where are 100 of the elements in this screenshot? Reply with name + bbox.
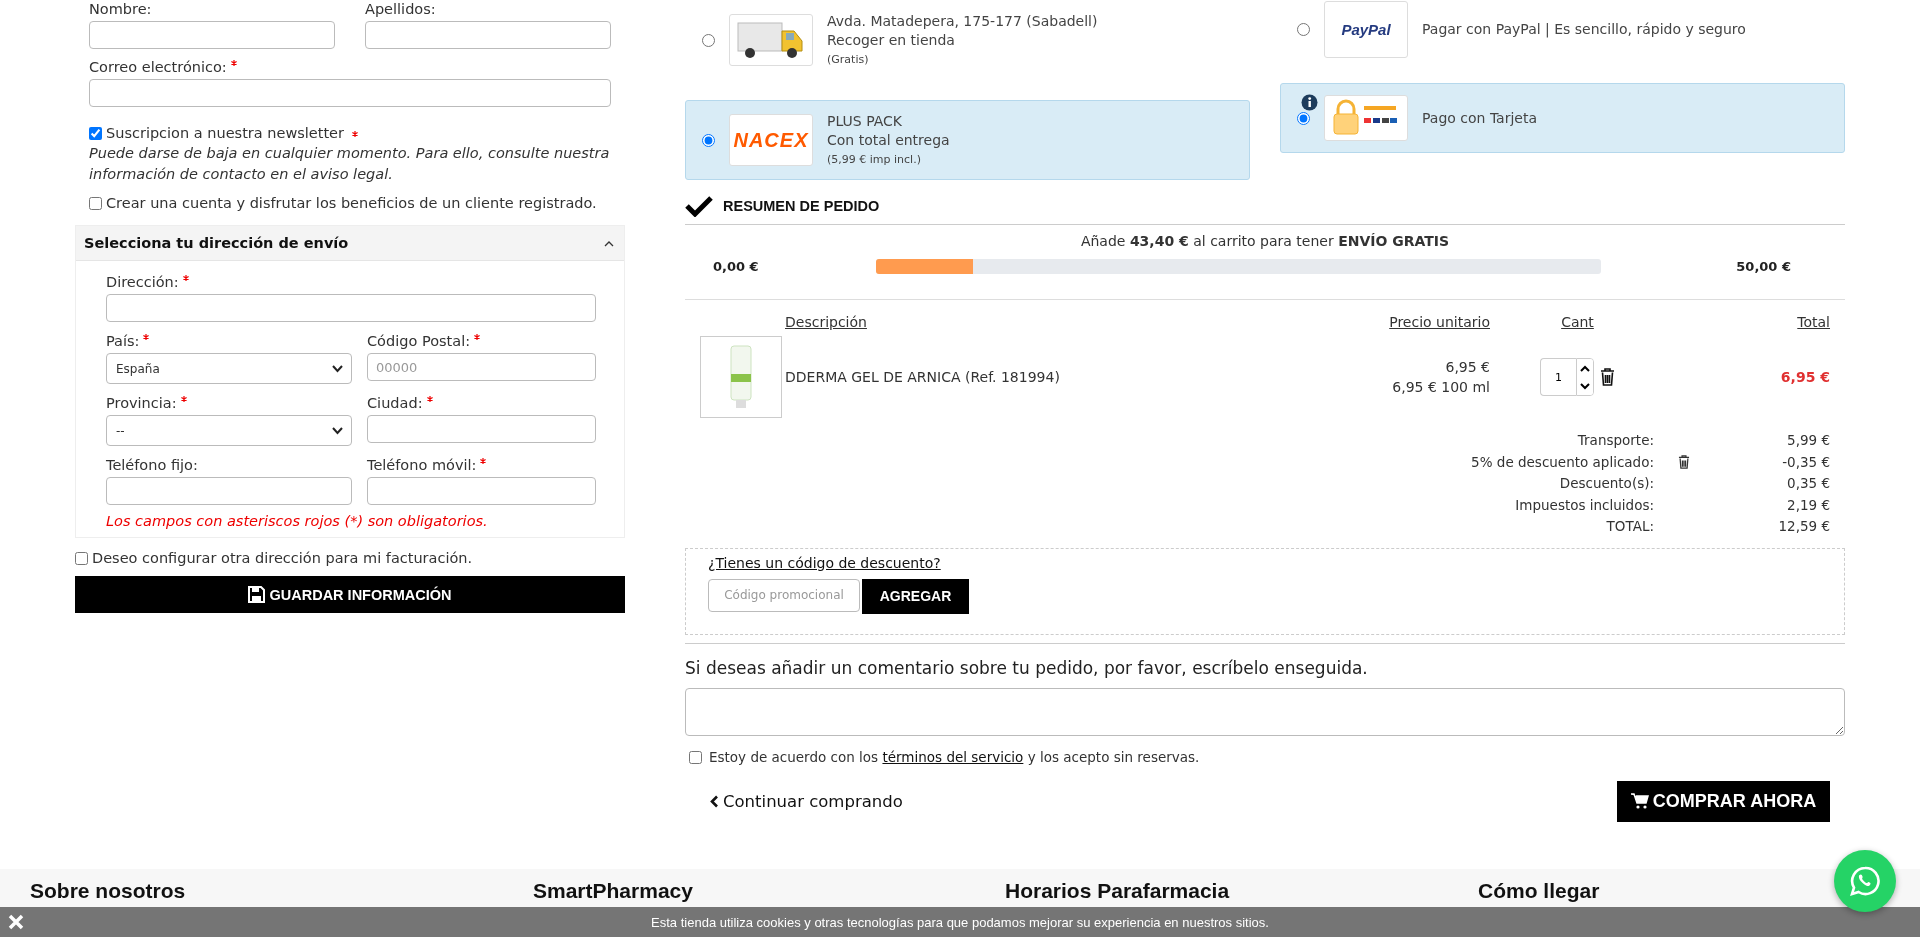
newsletter-checkbox[interactable] — [89, 126, 102, 140]
checkbox-label: Suscripcion a nuestra newsletter — [106, 125, 344, 141]
add-button[interactable]: AGREGAR — [862, 578, 969, 614]
account-checkbox[interactable] — [89, 196, 102, 210]
input-field[interactable] — [89, 21, 335, 49]
select-field[interactable]: -- — [106, 415, 352, 446]
input-field[interactable] — [367, 477, 596, 505]
total-value: 5,99 € — [1786, 431, 1830, 450]
payment-radio[interactable] — [1297, 111, 1310, 125]
shipping-text: Recoger en tienda — [827, 30, 956, 50]
unit-price: 6,95 € — [1444, 358, 1490, 377]
buy-now-button[interactable]: COMPRAR AHORA — [1617, 780, 1830, 822]
field-label: Teléfono móvil: — [367, 456, 477, 474]
checkbox-label: Crear una cuenta y disfrutar los beneficios de un cliente registrado. — [106, 195, 597, 211]
shipping-radio[interactable] — [702, 33, 715, 47]
cookie-message: Esta tienda utiliza cookies y otras tecnologías para que podamos mejorar su experiencia en nuestros sitios. — [651, 914, 1269, 930]
input-field[interactable] — [365, 21, 611, 49]
asterisk-icon — [352, 131, 358, 137]
chat-bubble-icon — [1849, 865, 1881, 897]
shipping-option[interactable]: Avda. Matadepera, 175-177 (Sabadell) Recoger en tienda (Gratis) — [685, 6, 1250, 74]
shipping-price-note: (Gratis) — [827, 51, 870, 68]
total-value: -0,35 € — [1781, 452, 1830, 472]
footer-heading: Sobre nosotros — [30, 879, 186, 902]
checkmark-icon — [685, 195, 713, 217]
save-button[interactable]: GUARDAR INFORMACIÓN — [75, 576, 625, 613]
footer-heading: Cómo llegar — [1478, 879, 1600, 902]
payment-label: Pago con Tarjeta — [1422, 108, 1538, 128]
truck-icon — [736, 19, 806, 61]
quantity-field[interactable]: 1 — [1540, 358, 1576, 396]
terms-text: Estoy de acuerdo con los términos del servicio y los acepto sin reservas. — [709, 749, 1200, 765]
promo-code-field[interactable]: Código promocional — [708, 578, 860, 612]
select-field[interactable]: España — [106, 353, 352, 384]
total-label: TOTAL: — [1605, 517, 1654, 536]
total-label: Descuento(s): — [1558, 474, 1654, 493]
field-label: Provincia: — [106, 394, 177, 412]
trash-icon[interactable] — [1600, 368, 1615, 386]
shipping-radio[interactable] — [702, 133, 715, 147]
footer-heading: SmartPharmacy — [533, 879, 693, 902]
progress-min: 0,00 € — [713, 258, 760, 274]
shipping-option[interactable]: NACEX PLUS PACK Con total entrega (5,99 € imp incl.) — [685, 100, 1250, 180]
chevron-down-icon — [332, 364, 343, 373]
checkbox-label: Deseo configurar otra dirección para mi facturación. — [92, 550, 473, 566]
line-total: 6,95 € — [1780, 369, 1830, 385]
input-field[interactable] — [367, 415, 596, 443]
asterisk-icon — [230, 60, 237, 66]
trash-icon[interactable] — [1678, 455, 1690, 470]
tube-icon — [728, 344, 754, 410]
asterisk-icon — [143, 334, 150, 340]
cart-icon — [1630, 793, 1649, 809]
discount-link[interactable]: ¿Tienes un código de descuento? — [708, 554, 941, 571]
section-header[interactable]: Selecciona tu dirección de envío — [76, 226, 624, 261]
asterisk-icon — [474, 334, 481, 340]
field-label: Nombre: — [89, 0, 152, 18]
billing-checkbox[interactable] — [75, 551, 88, 565]
info-icon — [1301, 94, 1318, 111]
payment-option[interactable]: Pago con Tarjeta — [1280, 83, 1845, 153]
column-header[interactable]: Total — [1797, 314, 1830, 330]
payment-label: Pagar con PayPal | Es sencillo, rápido y seguro — [1422, 19, 1746, 39]
caret-down-icon — [1580, 382, 1590, 390]
input-field[interactable] — [106, 477, 352, 505]
field-label: Código Postal: — [367, 332, 471, 350]
comment-label: Si deseas añadir un comentario sobre tu pedido, por favor, escríbelo enseguida. — [685, 657, 1369, 678]
payment-logo: PayPal — [1341, 20, 1391, 38]
payment-radio[interactable] — [1297, 22, 1310, 36]
chevron-down-icon — [332, 426, 343, 435]
shipping-text: Avda. Matadepera, 175-177 (Sabadell) — [827, 11, 1098, 31]
total-label: Transporte: — [1576, 431, 1654, 450]
section-title: RESUMEN DE PEDIDO — [723, 198, 880, 214]
total-label: 5% de descuento aplicado: — [1470, 452, 1654, 472]
unit-price-per-volume: 6,95 € 100 ml — [1391, 378, 1490, 397]
product-name: DDERMA GEL DE ARNICA (Ref. 181994) — [785, 369, 1060, 385]
total-label: Impuestos incluidos: — [1514, 495, 1654, 515]
comment-field[interactable] — [685, 687, 1845, 736]
terms-checkbox[interactable] — [689, 750, 702, 764]
total-value: 0,35 € — [1786, 474, 1830, 493]
caret-up-icon — [1580, 364, 1590, 372]
required-note: Los campos con asteriscos rojos (*) son obligatorios. — [106, 513, 489, 529]
input-field[interactable] — [89, 79, 611, 107]
field-label: País: — [106, 332, 140, 350]
payment-option[interactable]: PayPal Pagar con PayPal | Es sencillo, rápido y seguro — [1280, 0, 1845, 58]
progress-max: 50,00 € — [1735, 258, 1791, 274]
continue-shopping-link[interactable]: Continuar comprando — [710, 791, 903, 811]
close-icon — [8, 914, 24, 930]
whatsapp-button[interactable] — [1834, 850, 1896, 912]
free-shipping-message: Añade 43,40 € al carrito para tener ENVÍO GRATIS — [1079, 233, 1451, 249]
shipping-text: PLUS PACK — [827, 111, 903, 131]
input-field[interactable]: 00000 — [367, 353, 596, 381]
newsletter-note: Puede darse de baja en cualquier momento. Para ello, consulte nuestra información de contacto en el aviso legal. — [88, 144, 611, 184]
carrier-logo: NACEX — [733, 128, 809, 152]
total-value: 2,19 € — [1786, 495, 1830, 515]
column-header[interactable]: Precio unitario — [1389, 314, 1490, 330]
asterisk-icon — [480, 458, 487, 464]
column-header[interactable]: Cant — [1561, 314, 1594, 330]
terms-link[interactable]: términos del servicio — [882, 749, 1024, 765]
shipping-text: Con total entrega — [827, 130, 950, 150]
column-header[interactable]: Descripción — [785, 314, 867, 330]
shipping-price-note: (5,99 € imp incl.) — [827, 151, 922, 168]
asterisk-icon — [426, 396, 433, 402]
input-field[interactable] — [106, 294, 596, 322]
chevron-left-icon — [710, 794, 719, 808]
